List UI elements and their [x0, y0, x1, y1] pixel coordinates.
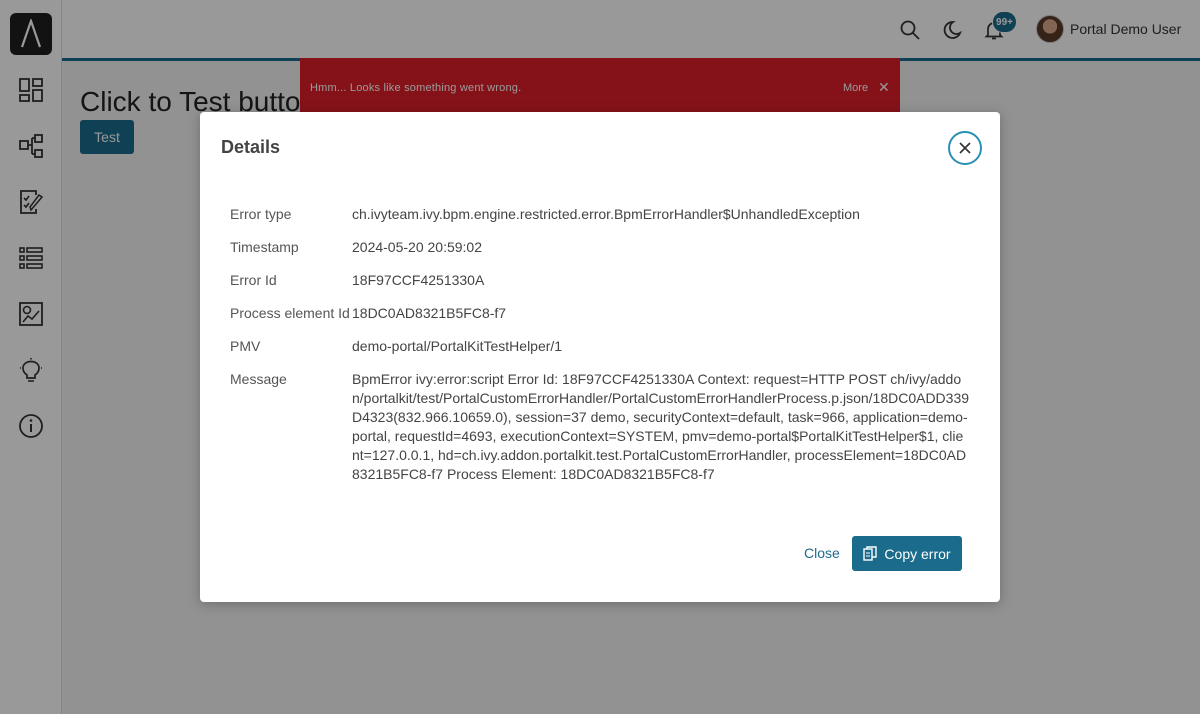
dialog-title: Details: [221, 137, 281, 157]
detail-value: demo-portal/PortalKitTestHelper/1: [352, 338, 563, 354]
detail-value: ch.ivyteam.ivy.bpm.engine.restricted.err…: [352, 206, 860, 222]
detail-value: BpmError ivy:error:script Error Id: 18F9…: [352, 371, 970, 482]
detail-label: Error Id: [230, 272, 277, 288]
detail-row-message: Message BpmError ivy:error:script Error …: [230, 370, 970, 484]
detail-row-pmv: PMV demo-portal/PortalKitTestHelper/1: [230, 337, 970, 356]
copy-error-label: Copy error: [884, 545, 951, 562]
detail-value: 2024-05-20 20:59:02: [352, 239, 482, 255]
close-link[interactable]: Close: [804, 545, 840, 561]
error-details-dialog: Details Error type ch.ivyteam.ivy.bpm.en…: [200, 112, 1000, 602]
copy-error-button[interactable]: Copy error: [852, 536, 962, 571]
detail-label: Error type: [230, 206, 292, 222]
detail-value: 18DC0AD8321B5FC8-f7: [352, 305, 507, 321]
detail-row-timestamp: Timestamp 2024-05-20 20:59:02: [230, 238, 970, 257]
detail-label: Message: [230, 371, 287, 387]
detail-label: PMV: [230, 338, 261, 354]
detail-label: Timestamp: [230, 239, 299, 255]
copy-icon: [863, 546, 878, 561]
detail-row-process-element-id: Process element Id 18DC0AD8321B5FC8-f7: [230, 304, 970, 323]
detail-row-error-type: Error type ch.ivyteam.ivy.bpm.engine.res…: [230, 205, 970, 224]
dialog-close-button[interactable]: [948, 131, 982, 165]
detail-label: Process element Id: [230, 305, 350, 321]
close-icon: [959, 142, 971, 154]
detail-value: 18F97CCF4251330A: [352, 272, 485, 288]
detail-row-error-id: Error Id 18F97CCF4251330A: [230, 271, 970, 290]
